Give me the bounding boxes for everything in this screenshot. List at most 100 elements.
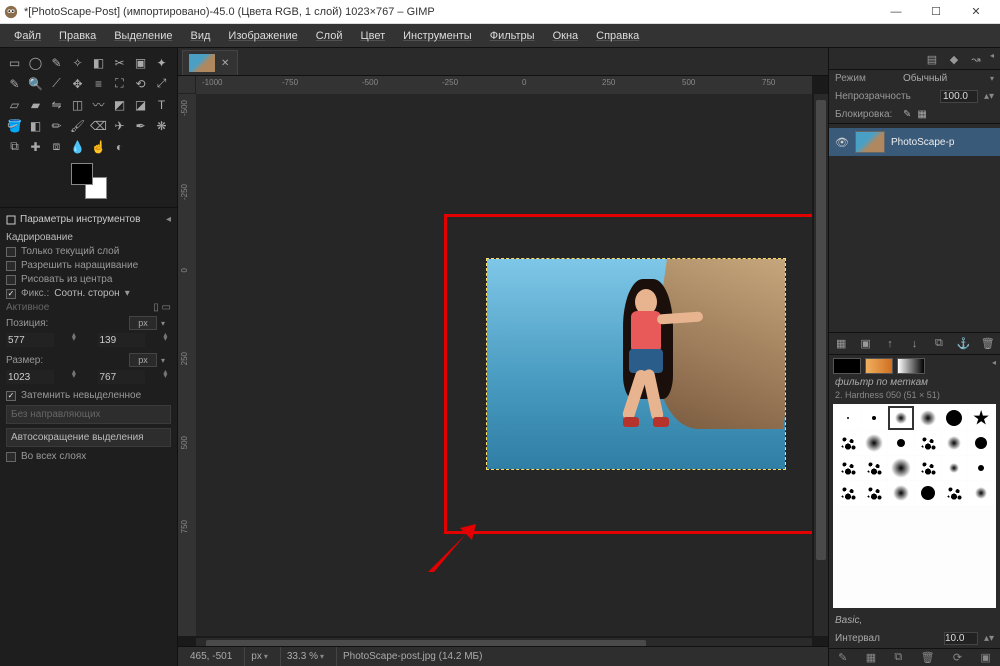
unified-transform-tool[interactable]: ◩	[109, 94, 130, 115]
color-picker-tool[interactable]: ✎	[4, 73, 25, 94]
brush-item[interactable]	[942, 456, 968, 480]
position-x-input[interactable]: 577	[6, 333, 54, 347]
delete-brush-button[interactable]: 🗑	[921, 651, 935, 664]
layer-row[interactable]: 👁 PhotoScape-p	[829, 128, 1000, 156]
ruler-vertical[interactable]: -500 -250 0 250 500 750	[178, 94, 196, 636]
status-zoom[interactable]: 33.3 %▾	[280, 647, 330, 666]
size-unit[interactable]: px	[129, 353, 157, 367]
new-layer-button[interactable]: ▦	[833, 337, 849, 350]
brush-item[interactable]	[915, 431, 941, 455]
menu-image[interactable]: Изображение	[220, 27, 305, 45]
move-tool[interactable]: ✥	[67, 73, 88, 94]
brush-item[interactable]	[862, 406, 888, 430]
brush-item[interactable]	[915, 456, 941, 480]
menu-filters[interactable]: Фильтры	[482, 27, 543, 45]
menu-select[interactable]: Выделение	[106, 27, 180, 45]
perspective-tool[interactable]: ▰	[25, 94, 46, 115]
canvas-viewport[interactable]	[196, 94, 812, 636]
minimize-button[interactable]: —	[876, 0, 916, 24]
image-tab[interactable]: ✕	[182, 50, 238, 75]
layer-name[interactable]: PhotoScape-p	[891, 137, 954, 148]
ruler-horizontal[interactable]: -1000 -750 -500 -250 0 250 500 750	[196, 76, 812, 94]
brush-tag-basic[interactable]: Basic,	[835, 615, 862, 626]
mypaint-tool[interactable]: ❋	[151, 115, 172, 136]
scale-tool[interactable]: ⤢	[151, 73, 172, 94]
new-group-button[interactable]: ▣	[858, 337, 874, 350]
layers-tab-icon[interactable]: ▤	[924, 51, 940, 67]
opacity-input[interactable]	[940, 90, 978, 103]
paths-tab-icon[interactable]: ↝	[968, 51, 984, 67]
brush-item[interactable]	[862, 431, 888, 455]
brush-item[interactable]	[888, 406, 914, 430]
free-select-tool[interactable]: ✎	[46, 52, 67, 73]
gradient-tool[interactable]: ◧	[25, 115, 46, 136]
align-tool[interactable]: ≡	[88, 73, 109, 94]
paths-tool[interactable]: ✦	[151, 52, 172, 73]
brush-item[interactable]	[888, 481, 914, 505]
fg-color-swatch[interactable]	[71, 163, 93, 185]
layer-visibility-icon[interactable]: 👁	[835, 136, 849, 149]
channels-tab-icon[interactable]: ◆	[946, 51, 962, 67]
image-selection[interactable]	[486, 258, 786, 470]
ruler-corner[interactable]	[178, 76, 196, 94]
guides-dropdown[interactable]: Без направляющих	[6, 405, 171, 424]
warp-tool[interactable]: 〰	[88, 94, 109, 115]
fixed-checkbox[interactable]: Фикс.: Соотн. сторон ▾	[6, 288, 171, 299]
handle-transform-tool[interactable]: ◪	[130, 94, 151, 115]
brushes-tab[interactable]	[833, 358, 861, 374]
menu-edit[interactable]: Правка	[51, 27, 104, 45]
heal-tool[interactable]: ✚	[25, 136, 46, 157]
brush-interval-input[interactable]	[944, 632, 978, 645]
rotate-tool[interactable]: ⟲	[130, 73, 151, 94]
position-unit[interactable]: px	[129, 316, 157, 330]
pencil-tool[interactable]: ✏	[46, 115, 67, 136]
darken-unselected-checkbox[interactable]: Затемнить невыделенное	[6, 390, 171, 401]
bucket-fill-tool[interactable]: 🪣	[4, 115, 25, 136]
layer-down-button[interactable]: ↓	[906, 338, 922, 350]
brush-filter-label[interactable]: фильтр по меткам	[829, 375, 1000, 390]
draw-from-center-checkbox[interactable]: Рисовать из центра	[6, 274, 171, 285]
gradients-tab[interactable]	[897, 358, 925, 374]
ink-tool[interactable]: ✒	[130, 115, 151, 136]
brush-item[interactable]	[835, 481, 861, 505]
refresh-brushes-button[interactable]: ⟳	[953, 651, 962, 664]
size-w-input[interactable]: 1023	[6, 370, 54, 384]
menu-file[interactable]: Файл	[6, 27, 49, 45]
position-y-input[interactable]: 139	[98, 333, 146, 347]
lock-pixels-icon[interactable]: ✎	[903, 109, 911, 120]
brush-item[interactable]	[968, 456, 994, 480]
all-layers-checkbox[interactable]: Во всех слоях	[6, 451, 171, 462]
vertical-scrollbar[interactable]	[814, 94, 828, 636]
brush-item[interactable]	[942, 481, 968, 505]
delete-layer-button[interactable]: 🗑	[980, 337, 996, 350]
perspective-clone-tool[interactable]: ⧈	[46, 136, 67, 157]
brush-item[interactable]	[968, 431, 994, 455]
menu-windows[interactable]: Окна	[545, 27, 587, 45]
menu-help[interactable]: Справка	[588, 27, 647, 45]
menu-view[interactable]: Вид	[183, 27, 219, 45]
new-brush-button[interactable]: ▦	[866, 651, 876, 664]
flip-tool[interactable]: ⇋	[46, 94, 67, 115]
dodge-tool[interactable]: ◐	[109, 136, 130, 157]
brush-item[interactable]	[968, 406, 994, 430]
crop-tool[interactable]: ⛶	[109, 73, 130, 94]
zoom-tool[interactable]: 🔍	[25, 73, 46, 94]
eraser-tool[interactable]: ⌫	[88, 115, 109, 136]
brush-item[interactable]	[915, 481, 941, 505]
layer-up-button[interactable]: ↑	[882, 338, 898, 350]
menu-tools[interactable]: Инструменты	[395, 27, 480, 45]
scissors-tool[interactable]: ✂	[109, 52, 130, 73]
brush-item[interactable]	[835, 431, 861, 455]
clone-tool[interactable]: ⧉	[4, 136, 25, 157]
fg-bg-color[interactable]	[67, 163, 111, 199]
shear-tool[interactable]: ▱	[4, 94, 25, 115]
smudge-tool[interactable]: ☝	[88, 136, 109, 157]
maximize-button[interactable]: ☐	[916, 0, 956, 24]
brush-item[interactable]	[915, 406, 941, 430]
open-as-image-button[interactable]: ▣	[980, 651, 990, 664]
brush-item[interactable]	[835, 406, 861, 430]
brush-item[interactable]	[942, 406, 968, 430]
brush-item[interactable]	[862, 481, 888, 505]
duplicate-layer-button[interactable]: ⧉	[931, 337, 947, 350]
paintbrush-tool[interactable]: 🖌	[67, 115, 88, 136]
